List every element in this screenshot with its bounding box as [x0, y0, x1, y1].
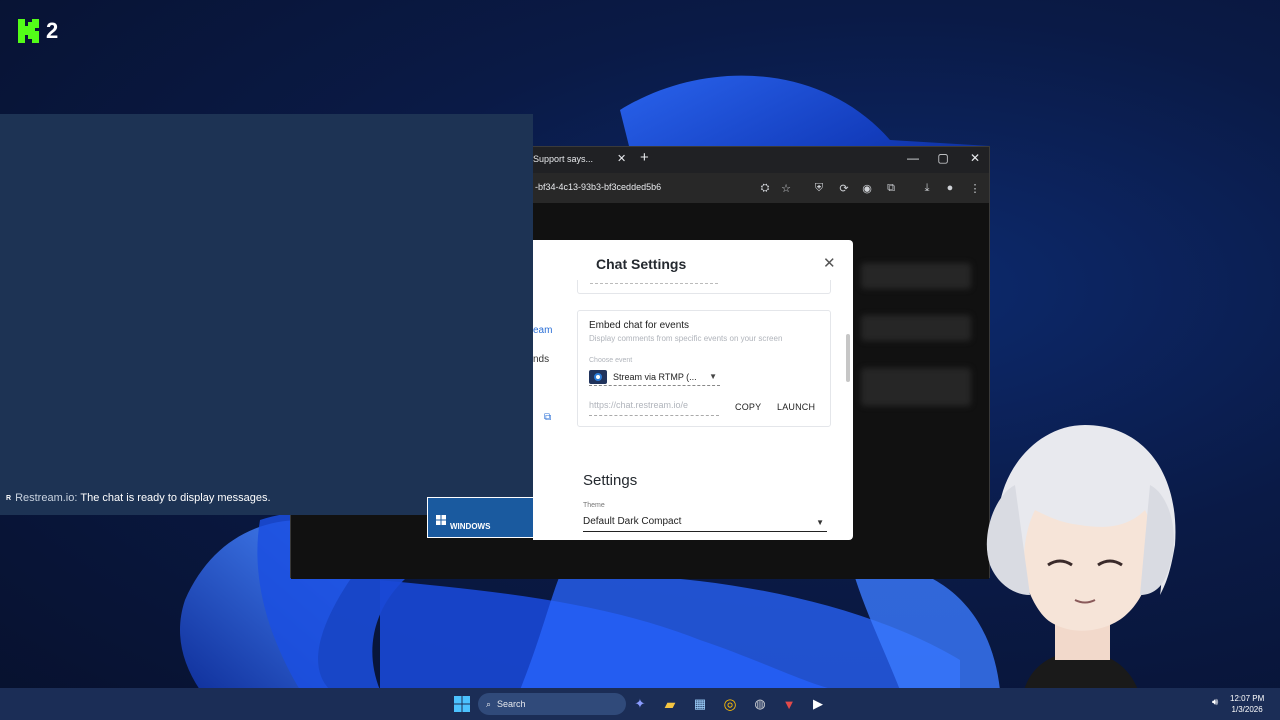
- browser-menu-icon[interactable]: ⋮: [967, 180, 983, 196]
- clock-date: 1/3/2026: [1231, 705, 1263, 714]
- taskbar-search[interactable]: ⌕ Search: [478, 693, 626, 715]
- tab-title[interactable]: Support says...: [533, 154, 593, 164]
- external-link-icon[interactable]: ⧉: [544, 412, 551, 423]
- blurred-content: [861, 368, 971, 406]
- extensions-puzzle-icon[interactable]: ⧉: [883, 180, 899, 196]
- taskbar: ⌕ Search ✦ ▰ ▦ ◎ ◍ ▼ ▶ 🔊︎ 12:07 PM 1/3/2…: [0, 688, 1280, 720]
- sync-extension-icon[interactable]: ⟳: [836, 180, 852, 196]
- shield-extension-icon[interactable]: ⛨: [811, 180, 827, 196]
- side-link[interactable]: eam: [533, 325, 552, 336]
- bookmark-star-icon[interactable]: ☆: [778, 180, 794, 196]
- theme-select[interactable]: Default Dark Compact ▼: [583, 516, 827, 532]
- chat-settings-modal: Chat Settings ✕ eam nds ⧉ Embed chat for…: [533, 240, 853, 540]
- chat-text: The chat is ready to display messages.: [80, 492, 271, 504]
- search-label: Search: [497, 699, 526, 709]
- choose-event-label: Choose event: [589, 357, 633, 364]
- tab-close-icon[interactable]: ✕: [617, 152, 626, 165]
- vtuber-avatar: [986, 425, 1176, 720]
- embed-chat-card: Embed chat for events Display comments f…: [577, 310, 831, 427]
- copy-button[interactable]: COPY: [735, 402, 761, 412]
- restream-icon: R: [6, 494, 12, 502]
- new-tab-button[interactable]: +: [640, 149, 649, 166]
- launch-button[interactable]: LAUNCH: [777, 402, 815, 412]
- chevron-down-icon: ▼: [816, 518, 824, 527]
- start-button[interactable]: [452, 694, 472, 714]
- theme-value: Default Dark Compact: [583, 516, 682, 527]
- volume-icon[interactable]: 🔊︎: [1212, 697, 1218, 708]
- chat-url-field[interactable]: https://chat.restream.io/e: [589, 400, 719, 416]
- divider: [590, 283, 718, 284]
- kick-logo-icon: [18, 19, 39, 43]
- selected-event: Stream via RTMP (...: [613, 371, 697, 382]
- event-platform-icon: [589, 369, 607, 384]
- modal-title: Chat Settings: [596, 256, 687, 272]
- search-icon: ⌕: [486, 698, 492, 709]
- embed-card-subtitle: Display comments from specific events on…: [589, 334, 783, 343]
- blurred-content: [861, 263, 971, 289]
- theme-label: Theme: [583, 502, 605, 509]
- modal-close-icon[interactable]: ✕: [823, 254, 836, 272]
- minimize-button[interactable]: —: [905, 151, 921, 165]
- app-v-icon[interactable]: ▼: [779, 694, 799, 714]
- windows-logo-icon: [436, 515, 446, 525]
- teams-icon[interactable]: ✦: [630, 694, 650, 714]
- windows-button-label: WINDOWS: [450, 522, 491, 531]
- download-icon[interactable]: ⤓: [919, 180, 935, 196]
- side-link[interactable]: nds: [533, 354, 549, 365]
- event-select[interactable]: Stream via RTMP (... ▼: [589, 368, 720, 386]
- maximize-button[interactable]: ▢: [935, 151, 951, 165]
- chevron-down-icon: ▼: [709, 372, 717, 381]
- file-explorer-icon[interactable]: ▰: [660, 694, 680, 714]
- chat-overlay-panel: R Restream.io: The chat is ready to disp…: [0, 114, 533, 515]
- close-window-button[interactable]: ✕: [967, 151, 983, 165]
- previous-card: [577, 280, 831, 294]
- store-icon[interactable]: ▦: [690, 694, 710, 714]
- translate-icon[interactable]: ⛭: [757, 180, 773, 196]
- chrome-icon[interactable]: ◎: [720, 694, 740, 714]
- modal-scrollbar[interactable]: [846, 334, 850, 382]
- chat-message: R Restream.io: The chat is ready to disp…: [6, 492, 271, 504]
- embed-card-title: Embed chat for events: [589, 320, 690, 331]
- clock-time: 12:07 PM: [1230, 694, 1265, 703]
- eye-extension-icon[interactable]: ◉: [859, 180, 875, 196]
- windows-start-icon: [454, 696, 470, 712]
- channel-logo: 2: [18, 18, 58, 44]
- media-player-icon[interactable]: ▶: [808, 694, 828, 714]
- tray-clock[interactable]: 12:07 PM 1/3/2026: [1230, 693, 1264, 715]
- url-text[interactable]: -bf34-4c13-93b3-bf3cedded5b6: [535, 182, 661, 192]
- obs-icon[interactable]: ◍: [750, 694, 770, 714]
- logo-number: 2: [46, 18, 59, 43]
- lightbulb-icon[interactable]: ●: [942, 180, 958, 196]
- settings-heading: Settings: [583, 472, 638, 489]
- chat-sender: Restream.io:: [15, 492, 78, 504]
- blurred-content: [861, 315, 971, 341]
